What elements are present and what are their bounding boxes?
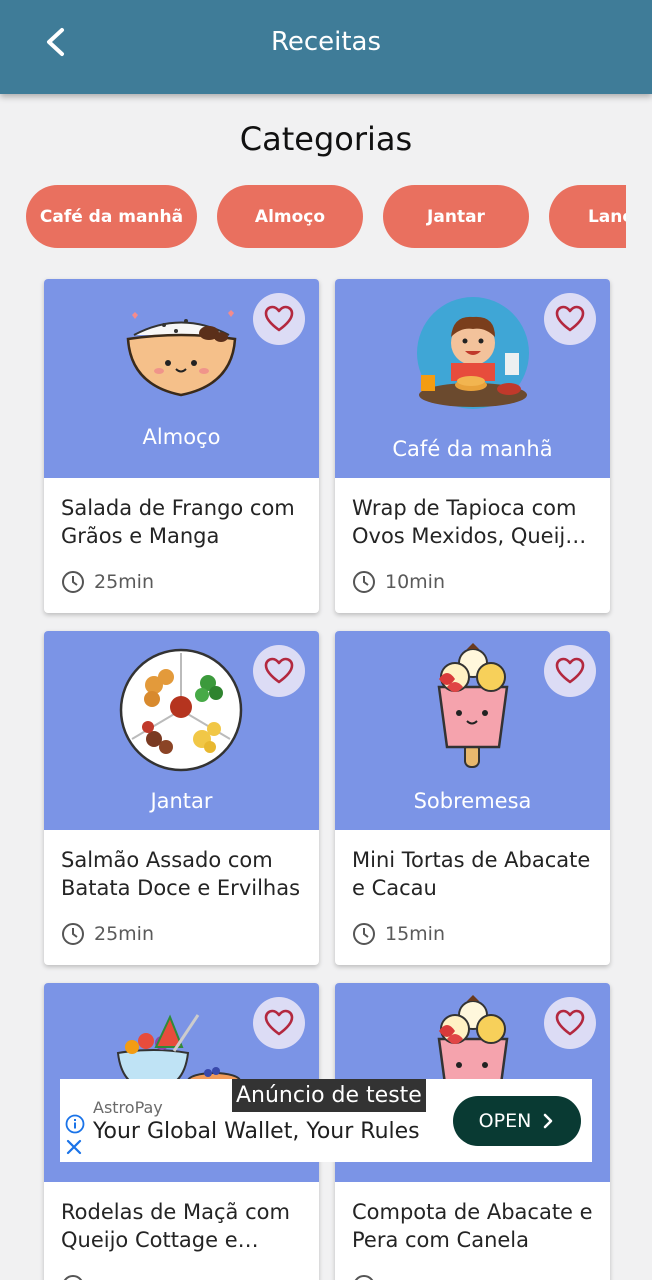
- favorite-button[interactable]: [544, 645, 596, 697]
- heart-outline-icon: [555, 657, 585, 684]
- favorite-button[interactable]: [544, 293, 596, 345]
- recipe-card[interactable]: Jantar Salmão Assado com Batata Doce e E…: [44, 631, 319, 965]
- recipe-image: Almoço: [44, 279, 319, 478]
- recipe-time: 25min: [61, 569, 154, 595]
- clock-icon: [62, 571, 84, 593]
- recipe-card[interactable]: Sobremesa Mini Tortas de Abacate e Cacau…: [335, 631, 610, 965]
- heart-outline-icon: [264, 657, 294, 684]
- recipe-title: Salmão Assado com Batata Doce e Ervilhas: [61, 848, 301, 900]
- chip-jantar[interactable]: Jantar: [383, 185, 529, 248]
- recipe-title: Rodelas de Maçã com Queijo Cottage e Can…: [61, 1200, 290, 1252]
- recipe-time: 25min: [61, 921, 154, 947]
- ad-test-badge: Anúncio de teste: [232, 1079, 426, 1112]
- recipe-title: Salada de Frango com Grãos e Manga: [61, 496, 295, 548]
- recipe-category: Café da manhã: [392, 437, 553, 461]
- recipe-card[interactable]: Café da manhã Wrap de Tapioca com Ovos M…: [335, 279, 610, 613]
- recipe-time-label: 25min: [94, 923, 155, 945]
- rice-bowl-icon: [126, 310, 237, 397]
- ad-headline[interactable]: Your Global Wallet, Your Rules: [93, 1119, 420, 1144]
- recipe-category: Almoço: [142, 425, 221, 449]
- ad-banner[interactable]: Anúncio de teste AstroPay Your Global Wa…: [60, 1079, 592, 1162]
- breakfast-kid-icon: [417, 297, 529, 409]
- recipe-time: 15min: [352, 921, 445, 947]
- favorite-button[interactable]: [253, 997, 305, 1049]
- clock-icon: [63, 1275, 83, 1280]
- clock-icon: [353, 923, 375, 945]
- recipe-time: [352, 1273, 376, 1280]
- ice-cream-pop-icon: [437, 643, 509, 768]
- recipe-image: Café da manhã: [335, 279, 610, 478]
- recipe-time: 10min: [352, 569, 445, 595]
- recipe-time-label: 10min: [385, 571, 446, 593]
- heart-outline-icon: [555, 305, 585, 332]
- chip-cafe-da-manha[interactable]: Café da manhã: [26, 185, 197, 248]
- recipe-time-label: 25min: [94, 571, 155, 593]
- recipe-title: Wrap de Tapioca com Ovos Mexidos, Queijo…: [352, 496, 579, 548]
- recipe-card[interactable]: Almoço Salada de Frango com Grãos e Mang…: [44, 279, 319, 613]
- recipe-time: [61, 1273, 85, 1280]
- heart-outline-icon: [555, 1009, 585, 1036]
- clock-icon: [62, 923, 84, 945]
- close-icon[interactable]: [65, 1138, 83, 1156]
- recipe-image: Sobremesa: [335, 631, 610, 830]
- ad-open-button[interactable]: OPEN: [453, 1096, 581, 1146]
- recipe-title: Mini Tortas de Abacate e Cacau: [352, 848, 591, 900]
- recipe-category: Jantar: [150, 789, 213, 813]
- favorite-button[interactable]: [253, 645, 305, 697]
- favorite-button[interactable]: [544, 997, 596, 1049]
- section-title: Categorias: [239, 120, 413, 158]
- chip-lanche[interactable]: Lanche: [549, 185, 626, 248]
- recipe-title: Compota de Abacate e Pera com Canela: [352, 1200, 593, 1252]
- ad-open-label: OPEN: [478, 1110, 532, 1132]
- ad-brand: AstroPay: [93, 1098, 163, 1117]
- heart-outline-icon: [264, 1009, 294, 1036]
- clock-icon: [353, 571, 375, 593]
- dinner-plate-icon: [119, 648, 243, 772]
- chip-almoco[interactable]: Almoço: [217, 185, 363, 248]
- chevron-right-icon: [544, 1113, 553, 1129]
- recipe-image: Jantar: [44, 631, 319, 830]
- heart-outline-icon: [264, 305, 294, 332]
- clock-icon: [354, 1275, 374, 1280]
- category-chips[interactable]: Café da manhã Almoço Jantar Lanche: [26, 184, 626, 250]
- favorite-button[interactable]: [253, 293, 305, 345]
- page-title: Receitas: [270, 27, 382, 57]
- info-icon[interactable]: [65, 1114, 85, 1134]
- app-bar: Receitas: [0, 0, 652, 94]
- recipe-time-label: 15min: [385, 923, 446, 945]
- recipe-category: Sobremesa: [413, 789, 532, 813]
